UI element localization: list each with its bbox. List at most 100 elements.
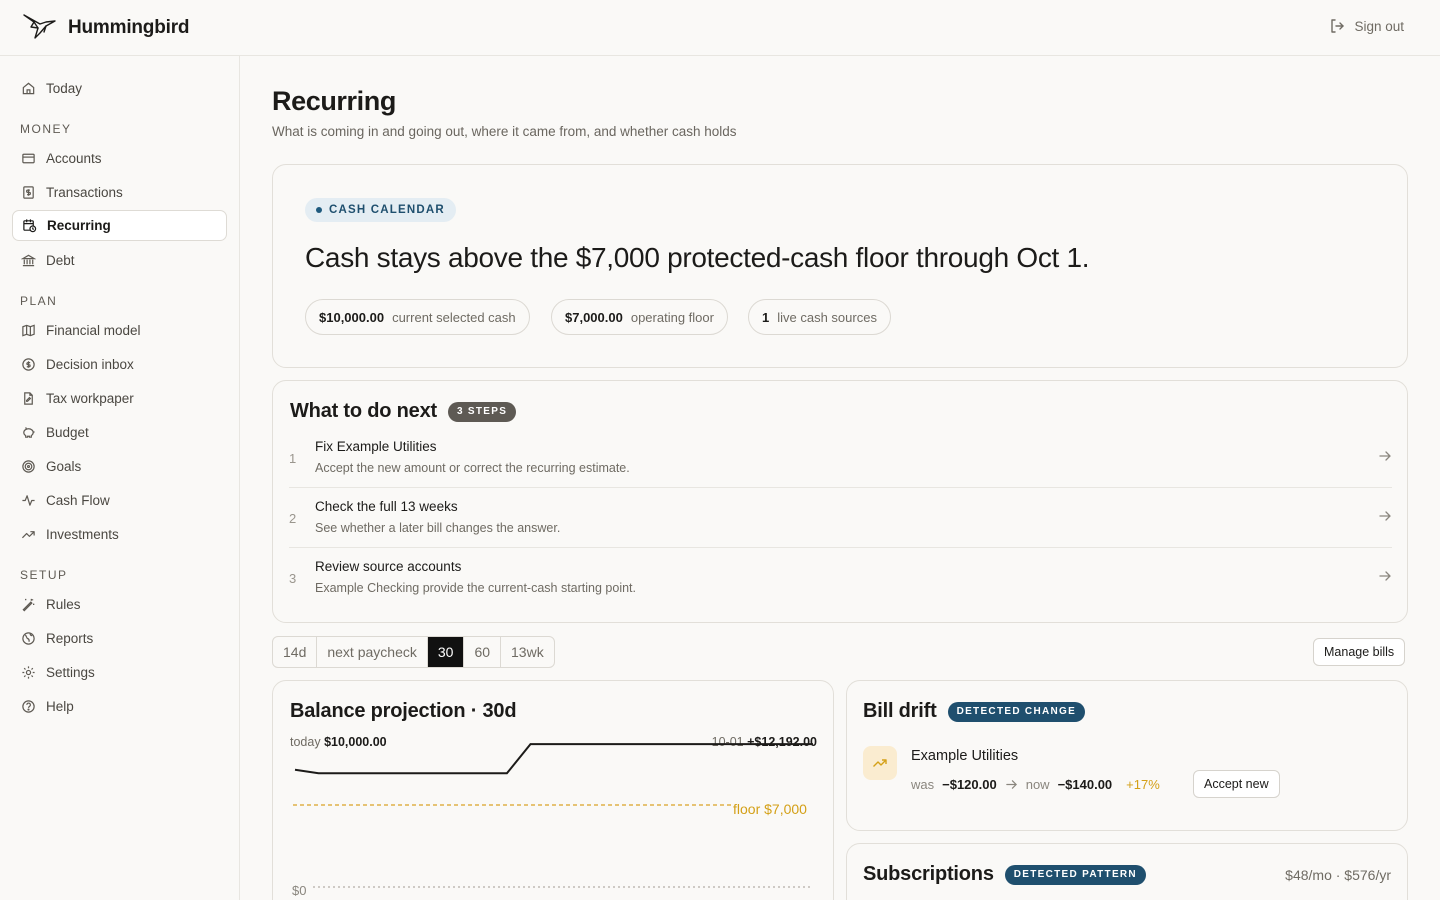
was-label: was (911, 777, 935, 792)
arrow-right-icon (1379, 451, 1391, 461)
sidebar-item-recurring[interactable]: Recurring (12, 210, 227, 241)
step-description: See whether a later bill changes the ans… (315, 521, 561, 535)
step-description: Example Checking provide the current-cas… (315, 581, 636, 595)
range-option-13wk[interactable]: 13wk (501, 637, 554, 667)
chip-value: $7,000.00 (565, 309, 623, 325)
accept-new-button[interactable]: Accept new (1193, 770, 1280, 798)
sidebar-item-reports[interactable]: Reports (12, 623, 227, 654)
dollar-circle-icon (22, 358, 35, 371)
sidebar-item-label: Cash Flow (46, 493, 110, 508)
sidebar-item-transactions[interactable]: Transactions (12, 177, 227, 208)
range-option-30[interactable]: 30 (427, 637, 465, 667)
was-value: −$120.00 (942, 777, 997, 792)
sidebar-item-accounts[interactable]: Accounts (12, 143, 227, 174)
now-label: now (1025, 777, 1050, 792)
hummingbird-logo-icon (23, 14, 56, 39)
gear-icon (22, 666, 35, 679)
sidebar-item-label: Decision inbox (46, 357, 134, 372)
bill-change-row: was −$120.00 now −$140.00 +17% (911, 777, 1160, 792)
detected-change-badge: DETECTED CHANGE (947, 701, 1086, 722)
sidebar-item-debt[interactable]: Debt (12, 245, 227, 276)
sidebar-item-label: Accounts (46, 151, 102, 166)
sidebar-item-rules[interactable]: Rules (12, 589, 227, 620)
top-bar: Hummingbird Sign out (0, 0, 1440, 56)
sidebar-item-label: Financial model (46, 323, 141, 338)
bill-drift-title: Bill drift (863, 700, 937, 722)
now-value: −$140.00 (1057, 777, 1113, 792)
sidebar-item-label: Rules (46, 597, 81, 612)
balance-series-line (294, 743, 813, 775)
sidebar-item-investments[interactable]: Investments (12, 519, 227, 550)
step-description: Accept the new amount or correct the rec… (315, 461, 630, 475)
sidebar-item-financial-model[interactable]: Financial model (12, 315, 227, 346)
operating-floor-chip: $7,000.00 operating floor (551, 299, 728, 335)
section-label-money: MONEY (20, 122, 72, 136)
target-icon (22, 460, 35, 473)
chip-label: current selected cash (392, 309, 516, 325)
arrow-right-icon (1379, 511, 1391, 521)
sidebar-item-label: Transactions (46, 185, 123, 200)
sidebar-item-label: Debt (46, 253, 75, 268)
sidebar-item-decision-inbox[interactable]: Decision inbox (12, 349, 227, 380)
chip-label: operating floor (630, 309, 714, 325)
manage-bills-button[interactable]: Manage bills (1313, 638, 1406, 666)
range-option-14d[interactable]: 14d (273, 637, 318, 667)
sidebar-item-label: Tax workpaper (46, 391, 134, 406)
main-content: Recurring What is coming in and going ou… (272, 56, 1408, 900)
trend-up-icon (21, 531, 35, 539)
arrow-right-icon (1379, 571, 1391, 581)
piggy-bank-icon (23, 427, 35, 438)
step-title: Fix Example Utilities (315, 439, 437, 454)
sign-out-button[interactable]: Sign out (1329, 18, 1404, 34)
trend-up-icon (873, 759, 887, 767)
steps-count-badge: 3 STEPS (447, 401, 517, 422)
bank-icon (21, 254, 36, 267)
sidebar-item-goals[interactable]: Goals (12, 451, 227, 482)
chip-value: $10,000.00 (319, 309, 385, 325)
change-percent: +17% (1126, 777, 1160, 792)
sidebar-item-label: Help (46, 699, 74, 714)
status-dot-icon (316, 207, 322, 213)
sign-out-label: Sign out (1354, 18, 1404, 34)
home-icon (22, 82, 35, 95)
balance-projection-chart: floor $7,000 $0 (292, 743, 813, 898)
sidebar-item-label: Goals (46, 459, 82, 474)
sidebar-item-help[interactable]: Help (12, 691, 227, 722)
cash-calendar-card: CASH CALENDAR Cash stays above the $7,00… (272, 164, 1408, 368)
subscriptions-summary: $48/mo · $576/yr (1285, 867, 1391, 883)
sidebar: Today MONEY Accounts Transactions Recurr… (0, 56, 240, 900)
sidebar-item-budget[interactable]: Budget (12, 417, 227, 448)
file-edit-icon (24, 392, 33, 405)
map-icon (22, 324, 35, 337)
sidebar-item-settings[interactable]: Settings (12, 657, 227, 688)
step-item[interactable]: 3 Review source accounts Example Checkin… (289, 547, 1392, 607)
range-selector: 14d next paycheck 30 60 13wk (272, 636, 555, 668)
sidebar-item-today[interactable]: Today (12, 73, 227, 104)
step-item[interactable]: 1 Fix Example Utilities Accept the new a… (289, 427, 1392, 487)
bill-drift-card: Bill drift DETECTED CHANGE Example Utili… (846, 680, 1408, 831)
step-title: Check the full 13 weeks (315, 499, 458, 514)
range-option-next-paycheck[interactable]: next paycheck (317, 637, 428, 667)
step-number: 1 (289, 451, 297, 466)
cash-calendar-tag: CASH CALENDAR (305, 198, 456, 222)
brand[interactable]: Hummingbird (22, 12, 189, 44)
floor-label: floor $7,000 (733, 801, 807, 817)
activity-icon (22, 495, 35, 506)
calendar-clock-icon (23, 219, 37, 233)
magic-wand-icon (22, 598, 35, 612)
range-option-60[interactable]: 60 (464, 637, 502, 667)
step-item[interactable]: 2 Check the full 13 weeks See whether a … (289, 487, 1392, 547)
sidebar-item-label: Reports (46, 631, 94, 646)
sidebar-item-label: Investments (46, 527, 119, 542)
subscriptions-card: Subscriptions DETECTED PATTERN $48/mo · … (846, 843, 1408, 900)
step-title: Review source accounts (315, 559, 462, 574)
page-title: Recurring (272, 86, 396, 116)
cash-calendar-headline: Cash stays above the $7,000 protected-ca… (305, 242, 1090, 273)
credit-card-icon (22, 153, 35, 164)
sidebar-item-cash-flow[interactable]: Cash Flow (12, 485, 227, 516)
sidebar-item-tax-workpaper[interactable]: Tax workpaper (12, 383, 227, 414)
chip-value: 1 (762, 309, 770, 325)
step-number: 3 (289, 571, 297, 586)
arrow-right-icon (1005, 780, 1017, 789)
sign-out-icon (1331, 19, 1345, 33)
